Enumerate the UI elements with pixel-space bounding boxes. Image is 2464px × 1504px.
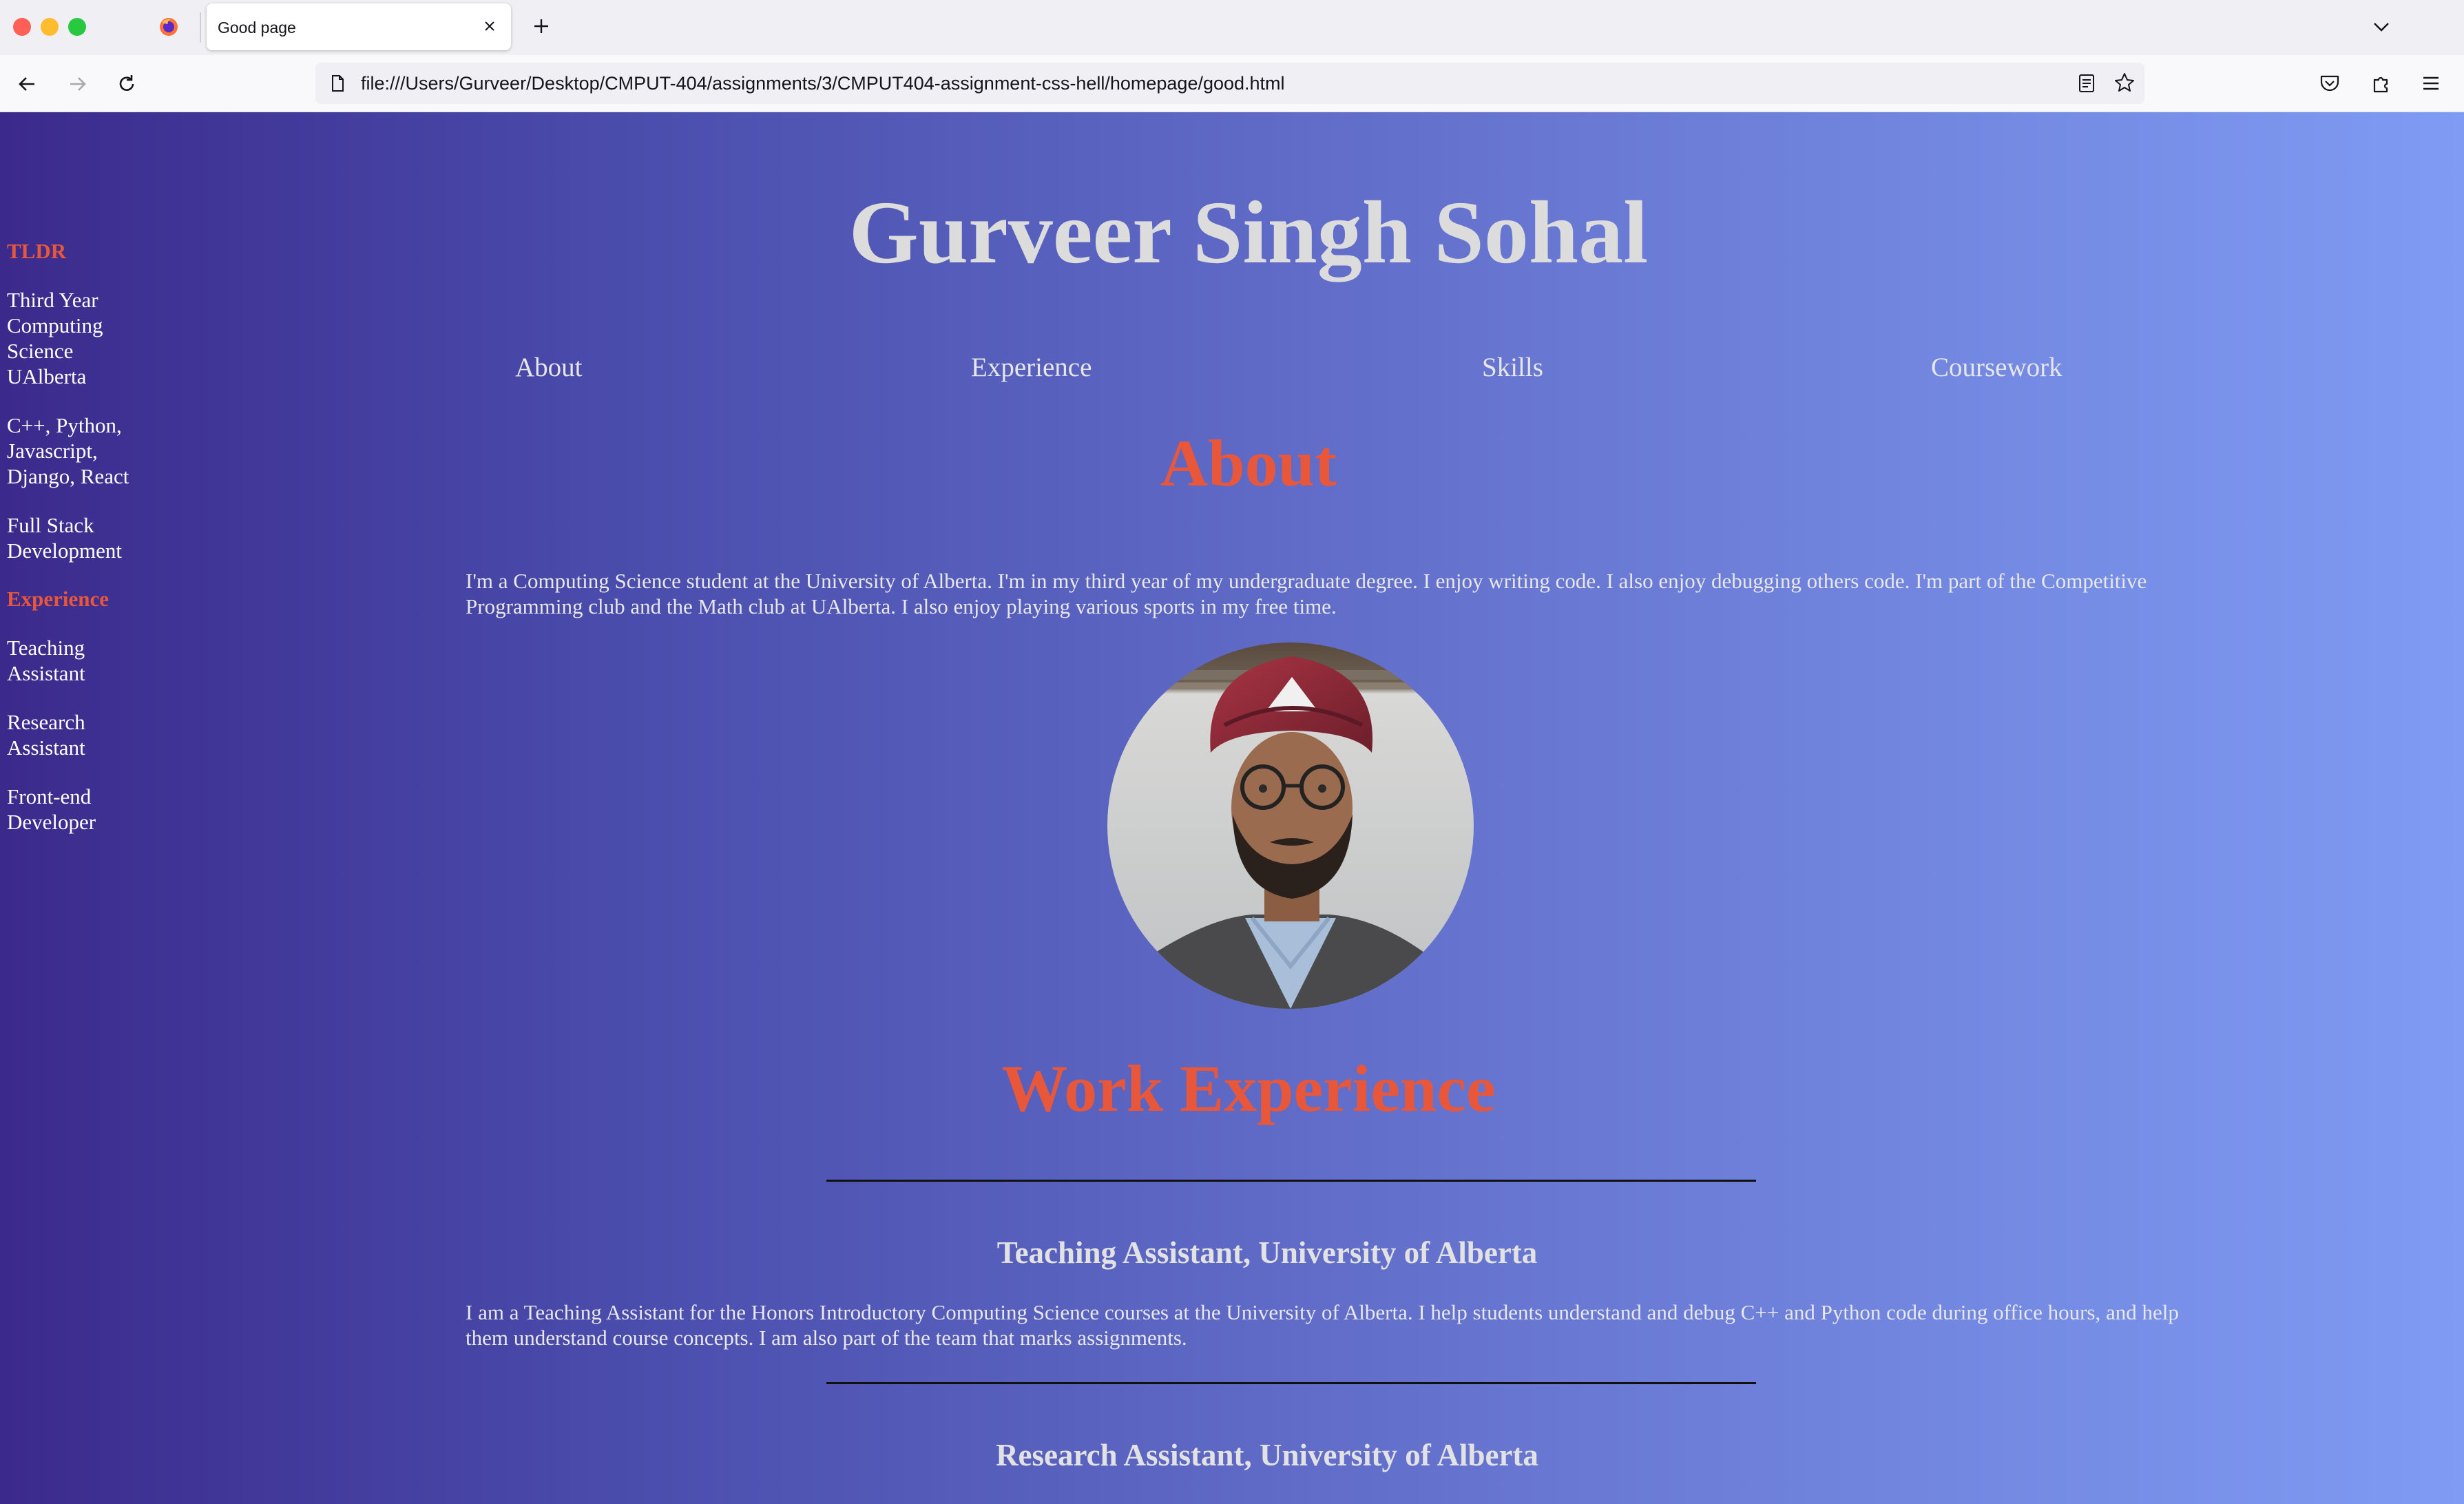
sidebar-item-research: Research Assistant [7,710,85,760]
forward-arrow-icon[interactable] [63,70,91,98]
divider [826,1382,1756,1384]
job-title-teaching: Teaching Assistant, University of Albert… [996,1235,1538,1270]
tab-good-page[interactable]: Good page [207,3,511,50]
url-bar[interactable]: file:///Users/Gurveer/Desktop/CMPUT-404/… [315,63,2144,104]
back-arrow-icon[interactable] [14,70,41,98]
browser-nav-bar: file:///Users/Gurveer/Desktop/CMPUT-404/… [0,55,2464,112]
nav-link-coursework[interactable]: Coursework [1931,352,2063,383]
nav-link-about[interactable]: About [515,352,583,383]
divider [826,1180,1756,1182]
reader-view-icon[interactable] [2076,72,2098,94]
nav-link-skills[interactable]: Skills [1482,352,1543,383]
url-text[interactable]: file:///Users/Gurveer/Desktop/CMPUT-404/… [361,73,1285,94]
firefox-icon[interactable] [158,17,179,37]
profile-photo [1107,643,1474,1009]
work-experience-heading: Work Experience [1001,1052,1496,1125]
nav-link-experience[interactable]: Experience [971,352,1092,383]
sidebar-item-frontend: Front-end Developer [7,784,96,834]
window-close-button[interactable] [13,18,31,36]
about-heading: About [1160,426,1337,500]
browser-tab-bar: Good page [0,0,2464,55]
extensions-icon[interactable] [2369,72,2392,95]
new-tab-icon[interactable] [529,14,554,39]
bookmark-star-icon[interactable] [2113,71,2136,94]
tab-title: Good page [218,19,296,36]
sidebar: TLDR Third Year Computing Science UAlber… [7,239,145,858]
page-viewport: TLDR Third Year Computing Science UAlber… [0,112,2464,1504]
job-description-teaching: I am a Teaching Assistant for the Honors… [466,1300,2179,1350]
job-title-research: Research Assistant, University of Albert… [996,1438,1538,1472]
window-zoom-button[interactable] [68,18,86,36]
window-minimize-button[interactable] [41,18,59,36]
sidebar-item-year: Third Year Computing Science UAlberta [7,288,103,388]
about-text: I'm a Computing Science student at the U… [466,569,2147,618]
page-title: Gurveer Singh Sohal [848,183,1649,282]
tab-divider [200,12,201,43]
chevron-down-icon[interactable] [2369,17,2394,37]
reload-icon[interactable] [113,70,140,98]
page-icon [332,75,344,92]
pocket-icon[interactable] [2318,72,2341,95]
sidebar-item-fullstack: Full Stack Development [7,513,123,563]
sidebar-item-teaching: Teaching Assistant [7,636,85,685]
sidebar-heading-experience: Experience [7,587,109,611]
hamburger-menu-icon[interactable] [2419,72,2443,95]
close-icon[interactable] [481,17,499,35]
